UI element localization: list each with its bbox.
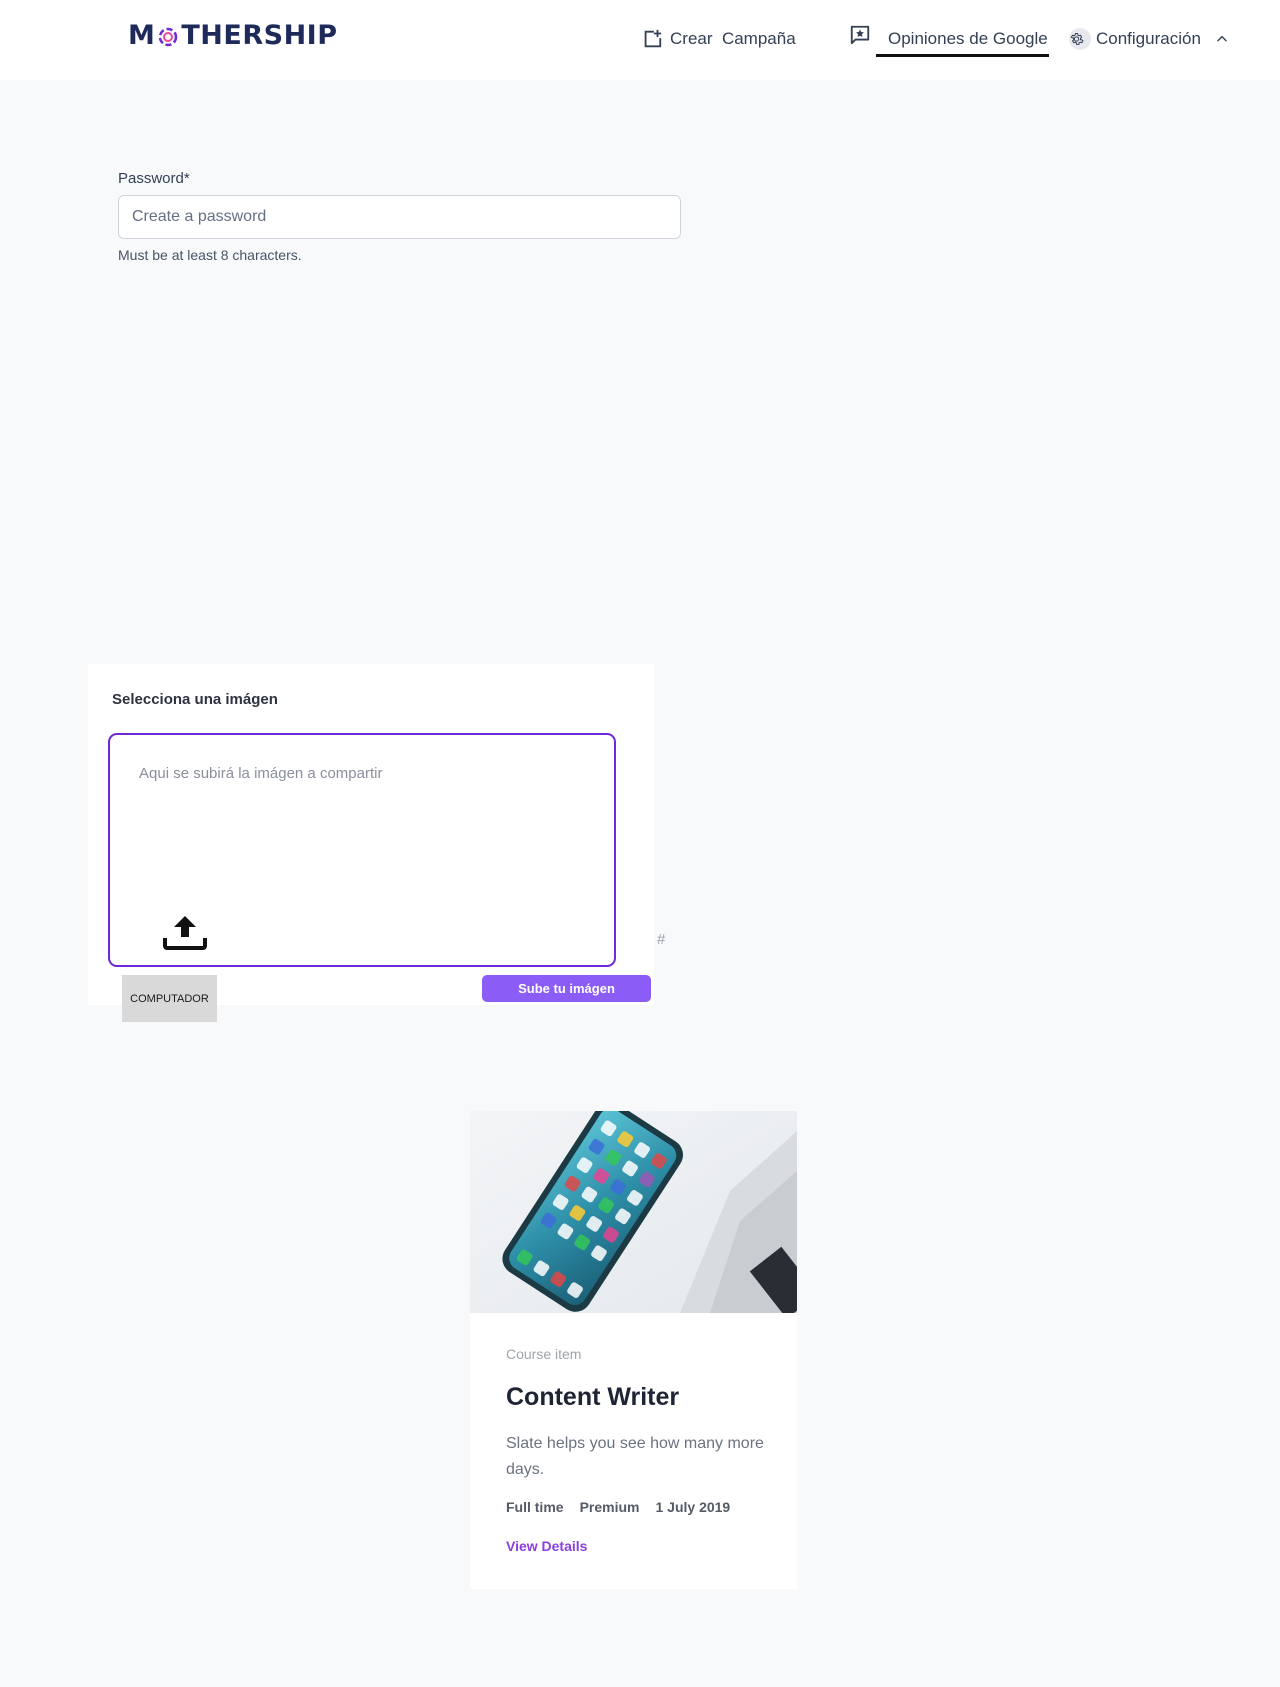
course-title: Content Writer	[506, 1383, 680, 1411]
review-star-icon	[850, 25, 870, 45]
upload-submit-button[interactable]: Sube tu imágen	[482, 975, 651, 1002]
password-label: Password*	[118, 170, 190, 187]
upload-title: Selecciona una imágen	[112, 691, 278, 708]
nav-opiniones-google[interactable]: Opiniones de Google	[849, 24, 1048, 48]
course-meta-date: 1 July 2019	[655, 1499, 731, 1515]
course-image	[470, 1111, 797, 1313]
computador-button[interactable]: COMPUTADOR	[122, 975, 217, 1022]
gear-icon	[1069, 28, 1091, 50]
course-eyebrow: Course item	[506, 1346, 582, 1362]
nav-configuracion[interactable]: Configuración	[1069, 28, 1236, 50]
top-navbar: M THERSHIP Crear Campaña Opiniones de Go…	[0, 0, 1280, 80]
logo-o-mark-icon	[159, 27, 178, 46]
chevron-up-icon[interactable]	[1215, 32, 1229, 46]
nav-crear-label: Crear Campaña	[670, 29, 796, 48]
nav-opiniones-label: Opiniones de Google	[888, 29, 1048, 48]
upload-icon[interactable]	[163, 914, 207, 950]
view-details-link[interactable]: View Details	[506, 1538, 587, 1554]
upload-placeholder: Aqui se subirá la imágen a compartir	[139, 765, 383, 782]
course-description: Slate helps you see how many more days.	[506, 1435, 764, 1478]
active-tab-indicator	[876, 54, 1049, 57]
password-hint: Must be at least 8 characters.	[118, 247, 302, 263]
nav-crear-campana[interactable]: Crear Campaña	[641, 28, 796, 50]
hash-symbol: #	[657, 931, 666, 948]
add-box-icon	[644, 29, 662, 48]
password-input[interactable]	[118, 195, 681, 239]
mothership-logo[interactable]: M THERSHIP	[128, 20, 338, 51]
logo-text-left: M	[128, 20, 156, 51]
nav-config-label: Configuración	[1096, 29, 1201, 48]
logo-text-right: THERSHIP	[181, 20, 338, 51]
course-meta-type: Full time	[506, 1499, 564, 1515]
course-meta: Full time Premium 1 July 2019	[506, 1499, 746, 1515]
course-meta-tier: Premium	[579, 1499, 640, 1515]
